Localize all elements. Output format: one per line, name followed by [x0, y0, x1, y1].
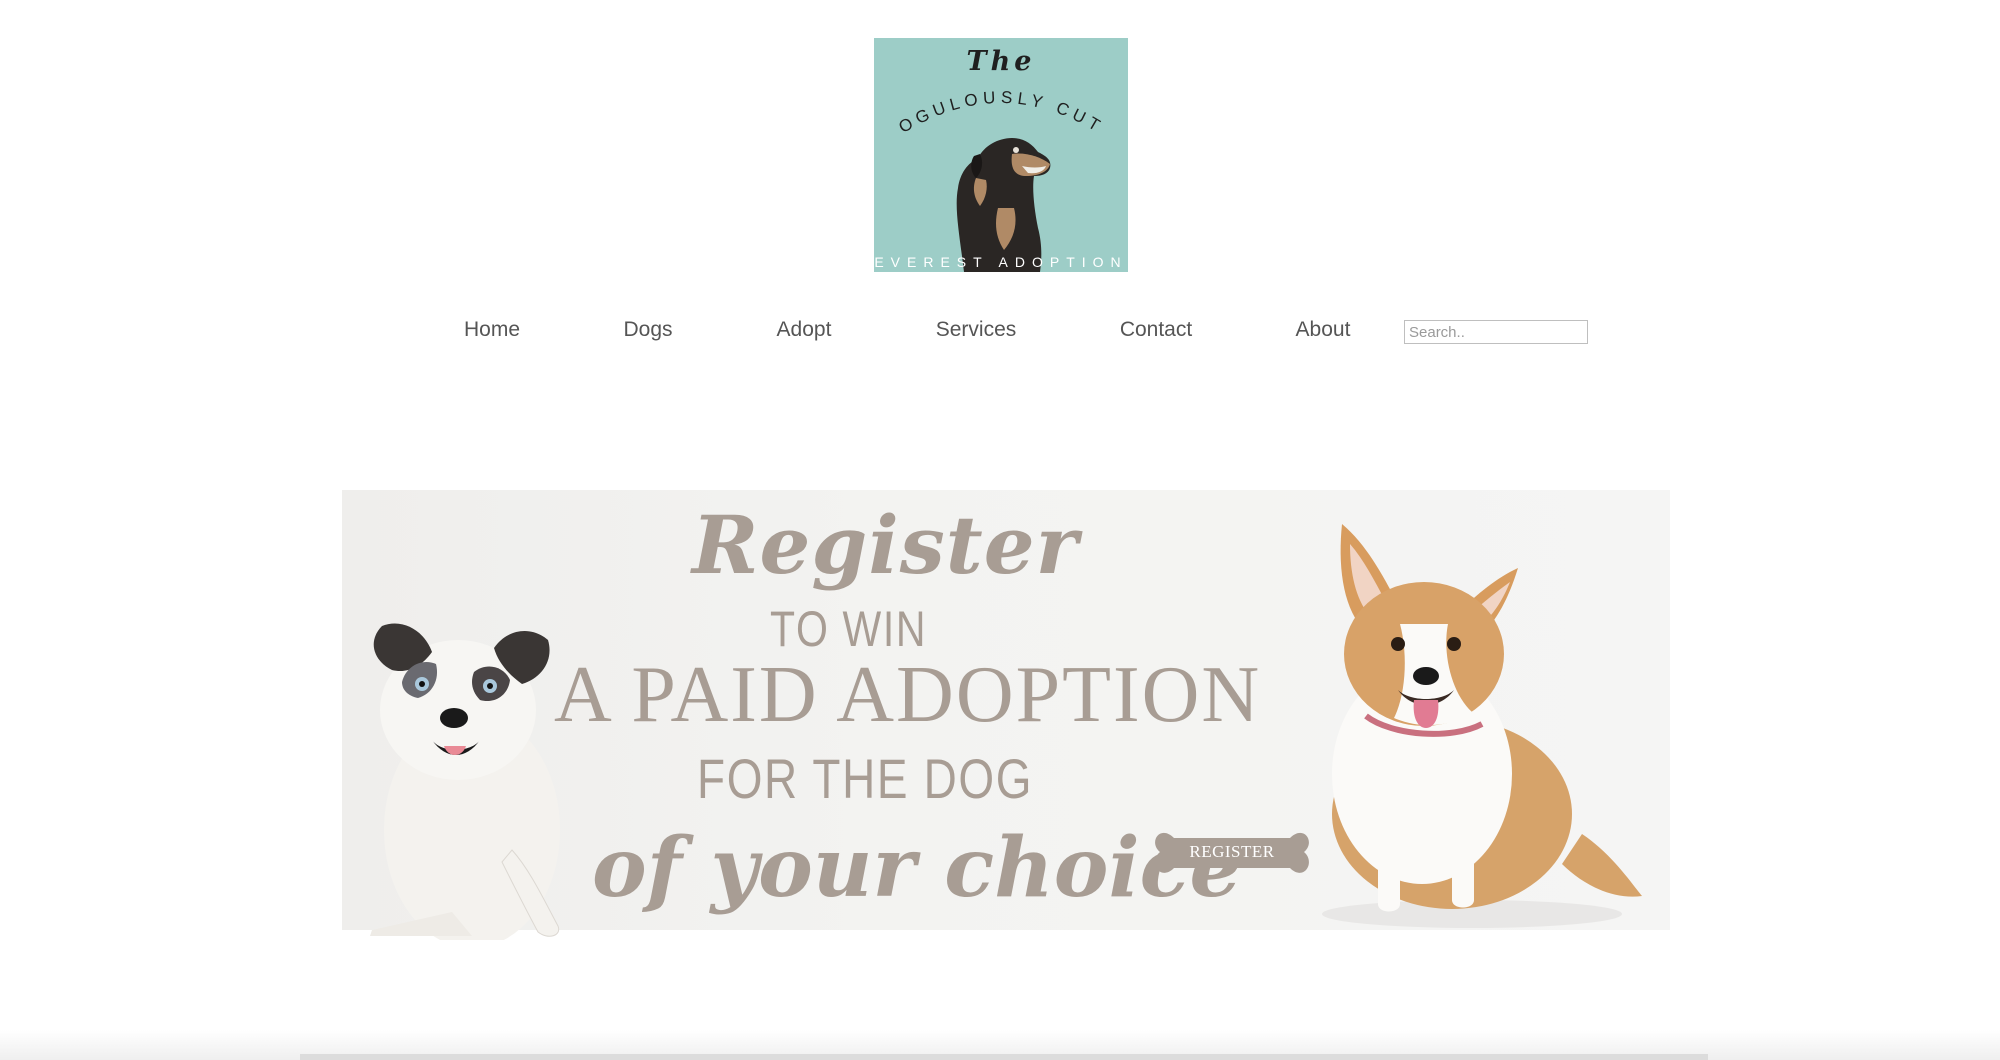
- nav-home[interactable]: Home: [464, 318, 520, 342]
- logo-the-text: The: [966, 46, 1036, 77]
- banner-choice-text: of your choice: [592, 820, 1242, 916]
- australian-shepherd-image: [370, 623, 560, 940]
- promo-banner[interactable]: Register TO WIN A PAID ADOPTION FOR THE …: [342, 490, 1670, 940]
- content-divider: [300, 1054, 1708, 1060]
- nav-adopt[interactable]: Adopt: [777, 318, 832, 342]
- banner-paid-adoption-text: A PAID ADOPTION: [554, 651, 1262, 739]
- banner-for-the-dog-text: FOR THE DOG: [697, 747, 1034, 810]
- nav-contact[interactable]: Contact: [1120, 318, 1192, 342]
- nav-services[interactable]: Services: [936, 318, 1017, 342]
- main-nav: Home Dogs Adopt Services Contact About: [0, 318, 2000, 348]
- nav-about[interactable]: About: [1296, 318, 1351, 342]
- site-logo[interactable]: DOGULOUSLY CUTE The EVEREST ADOPTION: [874, 38, 1128, 272]
- search-input[interactable]: [1404, 320, 1588, 344]
- logo-subtitle: EVEREST ADOPTION: [874, 254, 1128, 270]
- nav-dogs[interactable]: Dogs: [623, 318, 672, 342]
- corgi-image: [1322, 524, 1642, 928]
- banner-register-text: Register: [692, 498, 1079, 592]
